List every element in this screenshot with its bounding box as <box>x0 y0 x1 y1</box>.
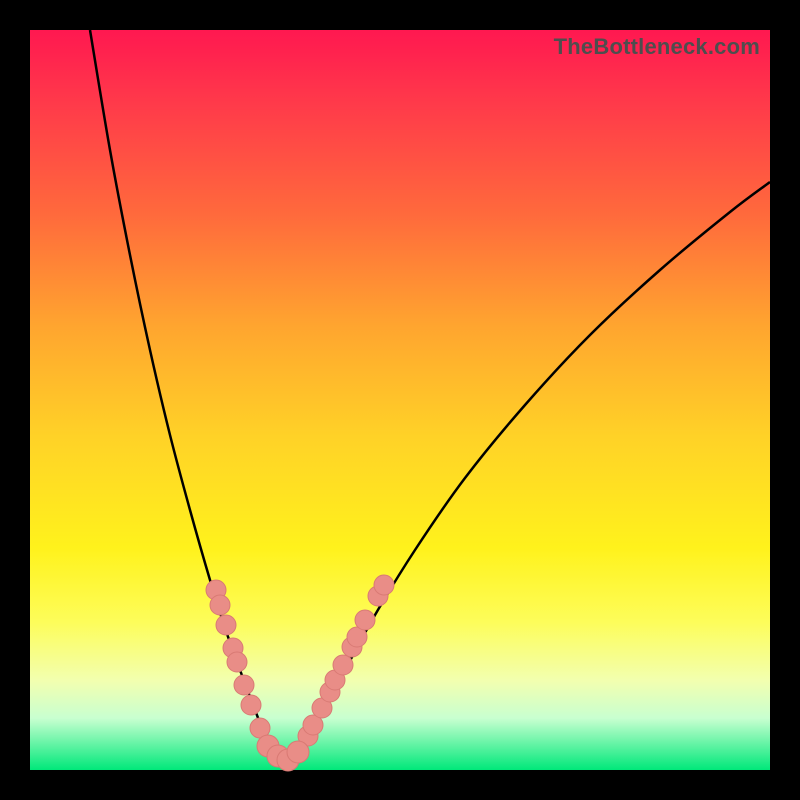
bead-dot <box>333 655 353 675</box>
curve-right-arm <box>284 182 770 766</box>
bead-dot <box>374 575 394 595</box>
plot-area: TheBottleneck.com <box>30 30 770 770</box>
bead-dot <box>355 610 375 630</box>
bead-dot <box>234 675 254 695</box>
beads-left-group <box>206 580 270 738</box>
bead-dot <box>287 741 309 763</box>
bead-dot <box>216 615 236 635</box>
curve-left-arm <box>90 30 284 766</box>
beads-right-group <box>298 575 394 746</box>
bead-dot <box>241 695 261 715</box>
chart-frame: TheBottleneck.com <box>0 0 800 800</box>
bead-dot <box>210 595 230 615</box>
curve-svg <box>30 30 770 770</box>
bead-dot <box>227 652 247 672</box>
